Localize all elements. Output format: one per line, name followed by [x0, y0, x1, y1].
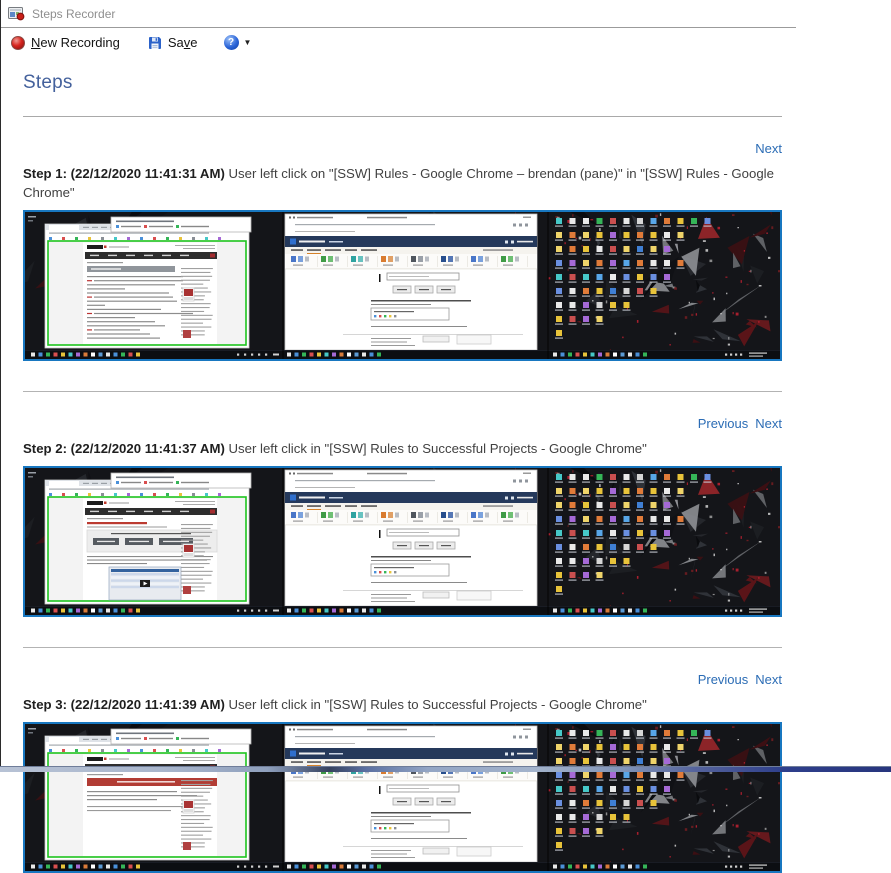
step-nav-links: Next	[23, 141, 782, 156]
step-timestamp: (22/12/2020 11:41:31 AM)	[71, 166, 225, 181]
next-link[interactable]: Next	[755, 672, 782, 687]
step-description: Step 3: (22/12/2020 11:41:39 AM) User le…	[23, 695, 782, 714]
step-screenshot[interactable]	[23, 722, 782, 873]
previous-link[interactable]: Previous	[698, 416, 749, 431]
steps-recorder-window: Steps Recorder New Recording Save ? ▼	[0, 0, 796, 771]
previous-link[interactable]: Previous	[698, 672, 749, 687]
titlebar: Steps Recorder	[1, 0, 796, 28]
window-title: Steps Recorder	[32, 7, 115, 21]
steps-recorder-app-icon	[8, 7, 25, 21]
help-icon: ?	[224, 35, 239, 50]
save-icon	[148, 36, 162, 50]
divider	[23, 116, 782, 117]
step-label: Step 2:	[23, 441, 67, 456]
caret-down-icon: ▼	[244, 38, 252, 47]
content-area: Steps Next Step 1: (22/12/2020 11:41:31 …	[23, 72, 782, 873]
save-button[interactable]: Save	[143, 31, 207, 54]
step-nav-links: Previous Next	[23, 416, 782, 431]
save-label: Save	[168, 35, 198, 50]
new-recording-button[interactable]: New Recording	[6, 31, 129, 54]
toolbar: New Recording Save ? ▼	[1, 28, 796, 57]
step-action-text: User left click in "[SSW] Rules to Succe…	[229, 441, 647, 456]
step-section-1: Next Step 1: (22/12/2020 11:41:31 AM) Us…	[23, 141, 782, 392]
step-description: Step 1: (22/12/2020 11:41:31 AM) User le…	[23, 164, 782, 202]
step-section-2: Previous Next Step 2: (22/12/2020 11:41:…	[23, 416, 782, 648]
host-taskbar-strip	[0, 766, 891, 772]
step-section-3: Previous Next Step 3: (22/12/2020 11:41:…	[23, 672, 782, 873]
step-action-text: User left click in "[SSW] Rules to Succe…	[229, 697, 647, 712]
help-button[interactable]: ? ▼	[219, 31, 261, 54]
step-timestamp: (22/12/2020 11:41:37 AM)	[71, 441, 225, 456]
step-description: Step 2: (22/12/2020 11:41:37 AM) User le…	[23, 439, 782, 458]
record-icon	[11, 36, 25, 50]
step-screenshot[interactable]	[23, 466, 782, 617]
step-label: Step 1:	[23, 166, 67, 181]
new-recording-label: New Recording	[31, 35, 120, 50]
next-link[interactable]: Next	[755, 141, 782, 156]
step-label: Step 3:	[23, 697, 67, 712]
step-screenshot[interactable]	[23, 210, 782, 361]
divider	[23, 647, 782, 648]
next-link[interactable]: Next	[755, 416, 782, 431]
page-title: Steps	[23, 72, 782, 94]
step-nav-links: Previous Next	[23, 672, 782, 687]
divider	[23, 391, 782, 392]
step-timestamp: (22/12/2020 11:41:39 AM)	[71, 697, 225, 712]
